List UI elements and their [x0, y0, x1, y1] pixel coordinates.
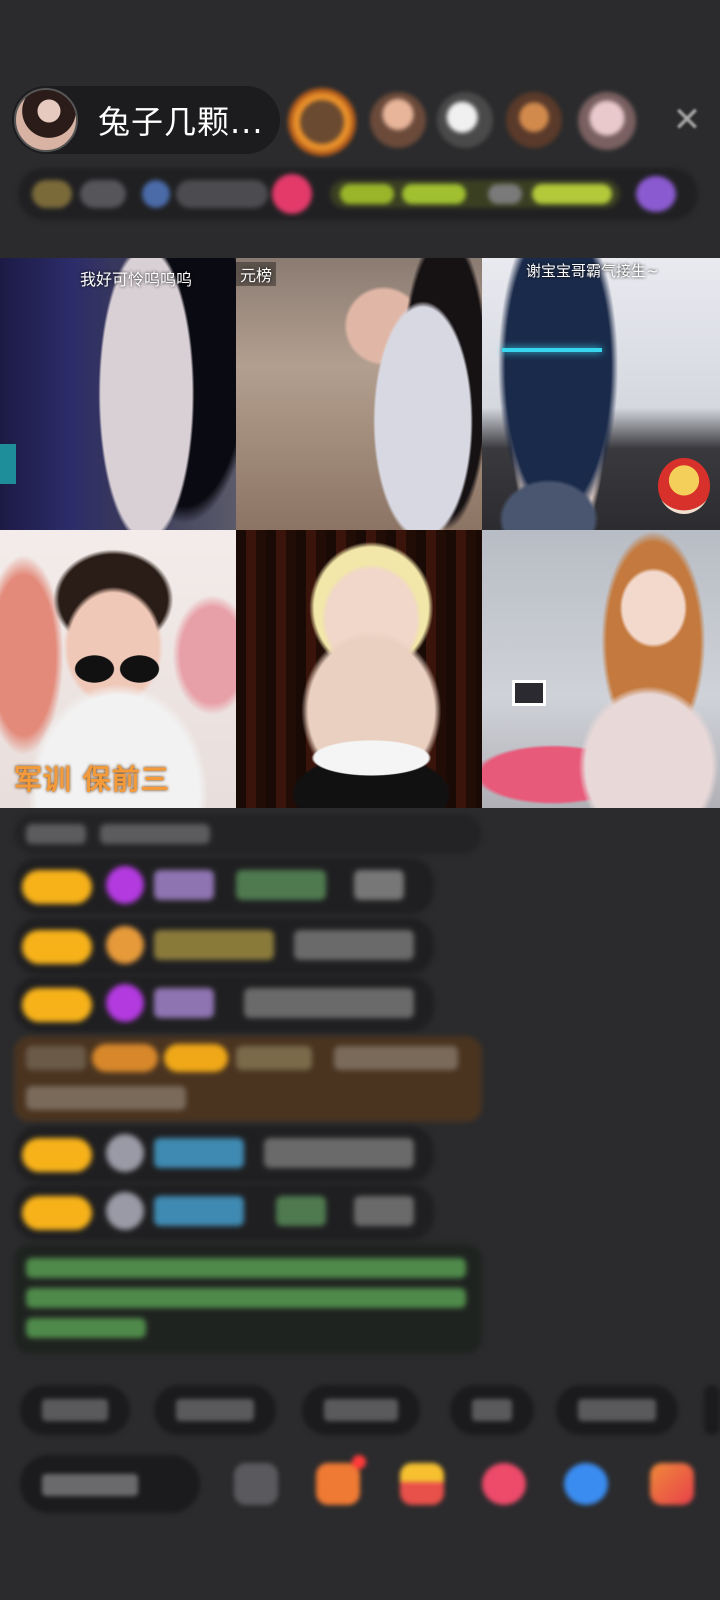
user-avatar	[106, 984, 144, 1022]
rank-chip	[532, 184, 612, 204]
viewer-2-avatar[interactable]	[370, 92, 426, 148]
blurred-text	[26, 1288, 466, 1308]
blurred-text	[26, 1046, 86, 1070]
tile-caption: 元榜	[236, 262, 277, 286]
tile-caption: 谢宝宝哥霸气接生~	[526, 262, 659, 280]
host-name[interactable]: 兔子几颗...	[98, 97, 264, 143]
chat-message[interactable]	[14, 1184, 434, 1240]
rank-chip	[176, 180, 268, 208]
blurred-text	[354, 1196, 414, 1226]
viewer-1-avatar[interactable]	[288, 88, 356, 156]
blurred-text	[154, 930, 274, 960]
quick-reply-chip[interactable]	[302, 1385, 420, 1435]
rank-chip	[402, 184, 466, 204]
quick-reply-chip[interactable]	[450, 1385, 534, 1435]
blurred-text	[264, 1138, 414, 1168]
blurred-text	[154, 1138, 244, 1168]
emoji-icon[interactable]	[234, 1463, 278, 1505]
rank-chip	[142, 180, 170, 208]
blurred-text	[236, 1046, 312, 1070]
blurred-text	[154, 1196, 244, 1226]
host-info-pill[interactable]: 兔子几颗...	[12, 86, 280, 154]
rank-chip	[488, 184, 522, 204]
rank-chip	[32, 180, 72, 208]
rank-chip	[636, 176, 676, 212]
chat-message[interactable]	[14, 1126, 434, 1182]
comment-input[interactable]	[20, 1455, 200, 1513]
gift-icon[interactable]	[400, 1463, 444, 1505]
blurred-text	[244, 988, 414, 1018]
viewer-5-avatar[interactable]	[578, 92, 636, 150]
level-badge	[22, 1138, 92, 1172]
light-decoration	[502, 348, 602, 352]
viewer-3-avatar[interactable]	[437, 92, 493, 148]
blurred-text	[26, 824, 86, 844]
more-icon[interactable]	[650, 1463, 694, 1505]
level-badge	[22, 1196, 92, 1230]
quick-reply-chip[interactable]	[20, 1385, 130, 1435]
chat-message[interactable]	[14, 858, 434, 914]
sunglasses	[72, 654, 162, 684]
quick-reply-chip[interactable]	[154, 1385, 276, 1435]
light-decoration	[0, 444, 16, 484]
user-avatar	[106, 866, 144, 904]
notification-dot	[352, 1455, 366, 1469]
video-grid: 我好可怜呜呜呜 元榜 谢宝宝哥霸气接生~ 军训 保前三	[0, 258, 720, 814]
quick-reply-chip[interactable]	[704, 1385, 720, 1435]
rank-chip	[80, 180, 126, 208]
blurred-text	[154, 988, 214, 1018]
user-avatar	[106, 1192, 144, 1230]
level-badge	[22, 988, 92, 1022]
mascot-sticker	[658, 458, 710, 514]
tile-badge: 军训 保前三	[14, 763, 170, 796]
gift-bag-icon[interactable]	[316, 1455, 366, 1505]
blurred-text	[164, 1044, 228, 1072]
tile-caption: 我好可怜呜呜呜	[80, 270, 193, 289]
rank-chip	[340, 184, 394, 204]
chat-message[interactable]	[14, 918, 434, 974]
close-icon[interactable]: ✕	[670, 103, 704, 137]
quick-reply-chip[interactable]	[556, 1385, 678, 1435]
video-tile[interactable]: 元榜	[236, 258, 482, 530]
user-avatar	[106, 926, 144, 964]
blurred-text	[92, 1044, 158, 1072]
blurred-text	[26, 1258, 466, 1278]
ranking-bar[interactable]	[18, 168, 698, 220]
host-avatar[interactable]	[14, 88, 78, 152]
video-tile[interactable]: 谢宝宝哥霸气接生~	[482, 258, 720, 530]
blurred-text	[26, 1318, 146, 1338]
rank-chip	[272, 174, 312, 214]
level-badge	[22, 930, 92, 964]
blurred-text	[154, 870, 214, 900]
blurred-text	[294, 930, 414, 960]
blurred-text	[26, 1086, 186, 1110]
video-tile[interactable]	[236, 530, 482, 808]
chat-message[interactable]	[14, 814, 482, 854]
blurred-text	[236, 870, 326, 900]
video-tile[interactable]	[482, 530, 720, 808]
blurred-text	[334, 1046, 458, 1070]
video-tile[interactable]: 军训 保前三	[0, 530, 236, 808]
chat-message-system[interactable]	[14, 1244, 482, 1354]
user-avatar	[106, 1134, 144, 1172]
blurred-text	[100, 824, 210, 844]
heart-icon[interactable]	[482, 1463, 526, 1505]
viewer-4-avatar[interactable]	[506, 92, 562, 148]
level-badge	[22, 870, 92, 904]
blurred-text	[354, 870, 404, 900]
video-tile[interactable]: 我好可怜呜呜呜	[0, 258, 236, 530]
blurred-text	[276, 1196, 326, 1226]
share-icon[interactable]	[564, 1463, 608, 1505]
chat-message[interactable]	[14, 976, 434, 1032]
background-tv	[512, 680, 546, 706]
chat-message-highlight[interactable]	[14, 1036, 482, 1122]
